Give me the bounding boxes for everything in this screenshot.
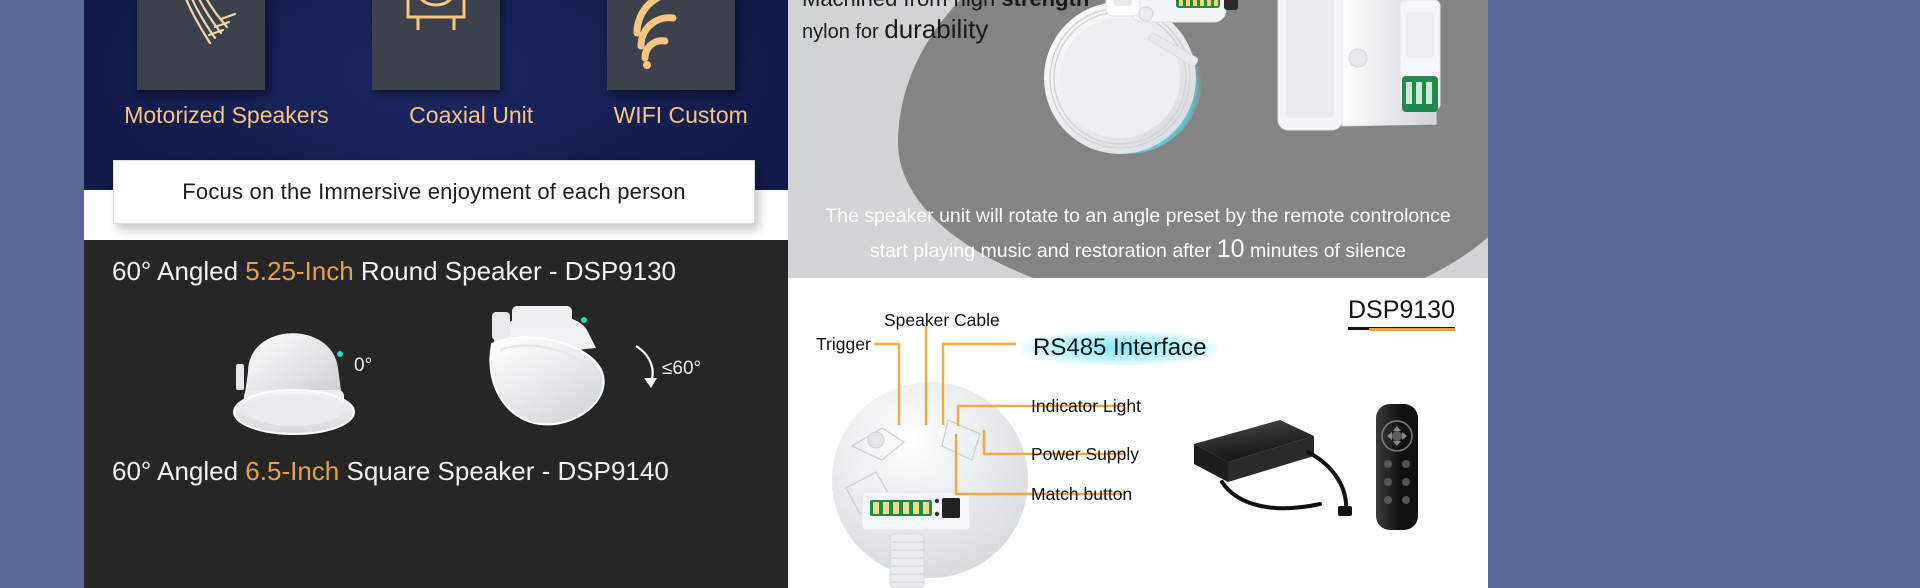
quote-box: Focus on the Immersive enjoyment of each… — [113, 160, 755, 224]
motorized-speaker-icon — [137, 0, 266, 90]
quote-text: Focus on the Immersive enjoyment of each… — [182, 179, 686, 204]
right-column: Machined from high strength nylon for du… — [788, 0, 1488, 588]
callout-rs485-interface: RS485 Interface — [1021, 331, 1219, 365]
product1-prefix: 60° Angled — [112, 256, 246, 286]
product-title-dsp9130: 60° Angled 5.25-Inch Round Speaker - DSP… — [112, 256, 676, 287]
speaker-photo-angle-view — [1044, 0, 1238, 154]
diagram-panel: DSP9130 Trigger Speaker Cable RS485 Inte… — [788, 278, 1488, 588]
machined-line1-a: Machined from high — [802, 0, 1001, 11]
rotate-line2-a: start playing music and restoration afte… — [869, 240, 1217, 262]
infographic-page: Motorized Speakers Coaxial Unit WIFI Cus… — [0, 0, 1920, 588]
callout-speaker-cable: Speaker Cable — [884, 310, 1000, 330]
callout-indicator-light: Indicator Light — [1031, 396, 1141, 416]
machined-line2-a: nylon for — [802, 21, 885, 43]
callout-power-supply: Power Supply — [1031, 444, 1139, 464]
angle-label-flat: 0° — [354, 355, 373, 376]
feature-label-coaxial: Coaxial Unit — [409, 101, 534, 128]
product2-accent: 6.5-Inch — [245, 456, 340, 486]
wifi-icon — [606, 0, 735, 90]
coaxial-speaker-icon — [371, 0, 500, 90]
feature-label-wifi: WIFI Custom — [613, 101, 748, 128]
rotate-line2-b: minutes of silence — [1244, 240, 1407, 262]
feature-card-motorized[interactable] — [137, 0, 266, 90]
rotate-line1: The speaker unit will rotate to an angle… — [825, 205, 1451, 227]
callout-trigger: Trigger — [816, 334, 871, 354]
left-column: Motorized Speakers Coaxial Unit WIFI Cus… — [84, 0, 788, 588]
speaker-render-flat — [214, 302, 414, 442]
rotate-line2: start playing music and restoration afte… — [788, 233, 1488, 268]
product-dark-panel: 60° Angled 5.25-Inch Round Speaker - DSP… — [84, 240, 788, 588]
machined-line2-b: durability — [884, 14, 989, 44]
angle-label-tilted: ≤60° — [662, 358, 702, 379]
product2-prefix: 60° Angled — [112, 456, 246, 486]
callout-match-button: Match button — [1031, 484, 1133, 504]
feature-icon-labels: Motorized Speakers Coaxial Unit WIFI Cus… — [84, 95, 788, 135]
machined-text-line2: nylon for durability — [802, 14, 988, 45]
rotation-arrow-icon — [635, 345, 657, 388]
product1-suffix: Round Speaker - DSP9130 — [353, 256, 677, 286]
feature-card-coaxial[interactable] — [371, 0, 500, 90]
product2-suffix: Square Speaker - DSP9140 — [339, 456, 669, 486]
rotate-line2-number: 10 — [1216, 235, 1245, 263]
durability-panel: Machined from high strength nylon for du… — [788, 0, 1488, 278]
speaker-photo-side-view — [1277, 0, 1441, 131]
rotate-description: The speaker unit will rotate to an angle… — [788, 200, 1488, 268]
product1-accent: 5.25-Inch — [245, 256, 354, 286]
feature-label-motorized: Motorized Speakers — [124, 101, 329, 128]
feature-card-wifi[interactable] — [606, 0, 735, 90]
product-title-dsp9140: 60° Angled 6.5-Inch Square Speaker - DSP… — [112, 456, 669, 487]
